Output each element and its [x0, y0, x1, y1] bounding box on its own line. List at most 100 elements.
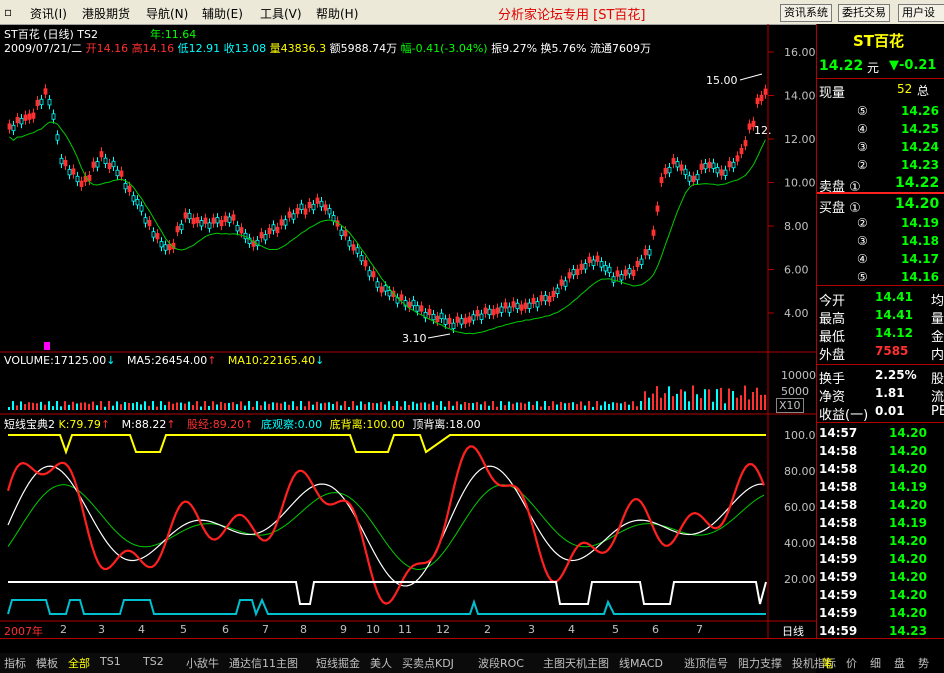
- candle-body: [23, 114, 28, 121]
- volume-bar: [468, 403, 470, 410]
- volume-bar: [260, 405, 262, 410]
- indicator-tab[interactable]: 指标: [4, 655, 26, 671]
- indicator-tab[interactable]: 短线掘金: [316, 655, 360, 671]
- candle-body: [555, 287, 560, 294]
- volume-bar: [428, 403, 430, 410]
- candle-body: [111, 160, 116, 168]
- volume-bar: [368, 402, 370, 410]
- time-axis-label: 7: [696, 623, 703, 636]
- trade-button[interactable]: 委托交易: [838, 4, 890, 22]
- indicator-tab[interactable]: TS1: [100, 655, 121, 668]
- candle-body: [747, 123, 752, 130]
- quote-tab[interactable]: 笔: [822, 655, 833, 671]
- indicator-tab[interactable]: 通达信11主图: [229, 655, 298, 671]
- volume-bar: [648, 397, 650, 410]
- indicator-cyan-signal: [7, 597, 766, 617]
- menu-assist[interactable]: 辅助(E): [202, 5, 243, 22]
- volume-bar: [8, 407, 10, 410]
- stat2-label: 净资: [819, 390, 846, 405]
- volume-bar: [464, 402, 466, 410]
- candle-body: [295, 207, 300, 215]
- candle-body: [27, 113, 32, 120]
- menu-nav[interactable]: 导航(N): [146, 5, 188, 22]
- indicator-tab[interactable]: TS2: [143, 655, 164, 668]
- candle-body: [275, 226, 280, 233]
- candle-body: [115, 169, 120, 177]
- tick-time: 14:57: [819, 426, 858, 440]
- volume-bar: [388, 401, 390, 410]
- volume-bar: [240, 401, 242, 410]
- candle-body: [575, 268, 580, 275]
- app-icon[interactable]: ▫: [4, 5, 12, 19]
- candle-body: [231, 214, 236, 221]
- volume-bar: [328, 402, 330, 410]
- volume-bar: [264, 401, 266, 410]
- time-axis-label: 3: [98, 623, 105, 636]
- tick-time: 14:58: [819, 462, 858, 476]
- volume-bar: [584, 405, 586, 410]
- tick-price: 14.20: [889, 426, 927, 440]
- candle-body: [399, 294, 404, 301]
- volume-bar: [448, 401, 450, 410]
- volume-bar: [336, 401, 338, 410]
- quote-tab[interactable]: 细: [870, 655, 881, 671]
- volume-axis-mid: 5000: [781, 385, 809, 398]
- info-system-button[interactable]: 资讯系统: [780, 4, 832, 22]
- indicator-tab[interactable]: 美人: [370, 655, 392, 671]
- stat-value: 7585: [875, 344, 909, 358]
- event-marker[interactable]: [44, 342, 50, 350]
- menu-hk-futures[interactable]: 港股期货: [82, 5, 130, 22]
- candle-body: [63, 159, 68, 167]
- volume-bar: [556, 404, 558, 410]
- quote-tab[interactable]: 势: [918, 655, 929, 671]
- volume-bar: [252, 406, 254, 410]
- volume-bar: [656, 386, 658, 410]
- candle-body: [407, 301, 412, 309]
- high-arrow: [739, 73, 763, 81]
- sell-level-label: ⑤: [857, 104, 868, 118]
- indicator-tab[interactable]: 模板: [36, 655, 58, 671]
- volume-bar: [668, 386, 670, 410]
- indicator-tab[interactable]: 买卖点KDJ: [402, 655, 454, 671]
- tick-time: 14:59: [819, 588, 858, 602]
- volume-bar: [644, 391, 646, 410]
- indicator-tab[interactable]: 波段ROC: [478, 655, 524, 671]
- tick-price: 14.20: [889, 498, 927, 512]
- indicator-tab[interactable]: 全部: [68, 655, 90, 671]
- quote-tab[interactable]: 价: [846, 655, 857, 671]
- indicator-tab[interactable]: 线MACD: [619, 655, 663, 671]
- volume-bar: [716, 389, 718, 410]
- candle-body: [431, 313, 436, 321]
- candle-body: [727, 161, 732, 168]
- volume-bar: [268, 403, 270, 410]
- volume-bar: [500, 401, 502, 410]
- volume-bar: [272, 402, 274, 410]
- volume-bar: [532, 404, 534, 410]
- stat2-label: 换手: [819, 372, 846, 387]
- menu-tools[interactable]: 工具(V): [260, 5, 302, 22]
- indicator-tab[interactable]: 逃顶信号: [684, 655, 728, 671]
- indicator-tab[interactable]: 主图天机主图: [543, 655, 609, 671]
- candle-body: [159, 241, 164, 248]
- user-settings-button[interactable]: 用户设: [898, 4, 944, 22]
- quote-tab[interactable]: 盘: [894, 655, 905, 671]
- volume-bar: [192, 405, 194, 410]
- buy-level-price: 14.18: [901, 234, 939, 248]
- volume-bar: [580, 401, 582, 410]
- candle-body: [79, 180, 84, 187]
- indicator-tick-label: 20.00: [784, 573, 816, 586]
- candle-body: [711, 162, 716, 169]
- candle-body: [447, 317, 452, 325]
- volume-bar: [756, 387, 758, 410]
- low-arrow: [427, 333, 451, 339]
- candle-body: [139, 205, 144, 212]
- menu-help[interactable]: 帮助(H): [316, 5, 358, 22]
- candle-body: [7, 123, 12, 130]
- indicator-tab[interactable]: 阻力支撑: [738, 655, 782, 671]
- indicator-tab[interactable]: 小敌牛: [186, 655, 219, 671]
- volume-bar: [64, 401, 66, 410]
- quote-panel: ST百花 14.22 元 ▼-0.21 现量 52 总 ⑤ 14.26 ④ 14.25…: [817, 24, 944, 656]
- chart-canvas[interactable]: 16.00 14.00 12.00 10.00 8.00 6.00 4.00 100.0 80…: [0, 24, 816, 638]
- menu-info[interactable]: 资讯(I): [30, 5, 67, 22]
- indicator-lines: [6, 434, 767, 617]
